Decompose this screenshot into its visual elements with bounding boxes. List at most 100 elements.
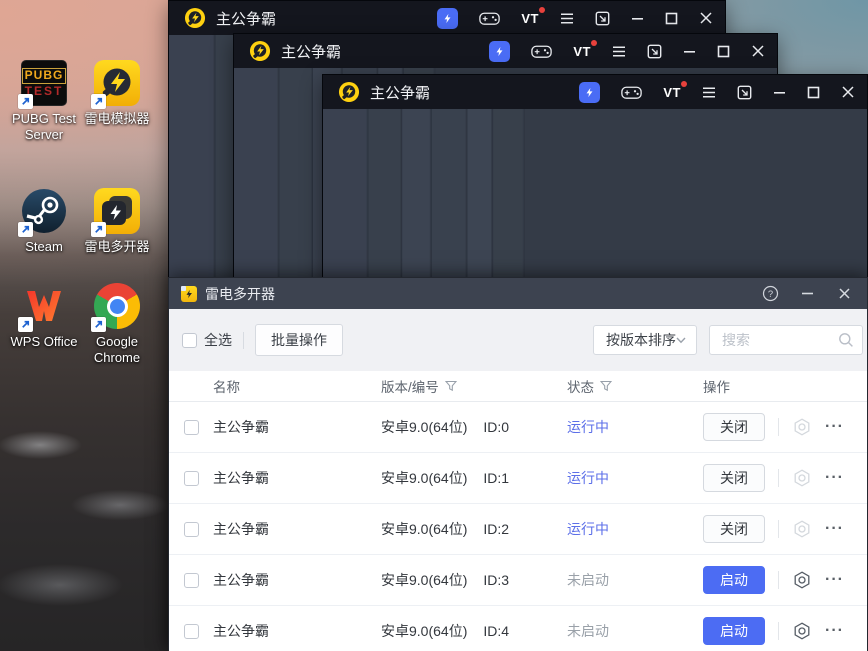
boost-badge-icon[interactable]: [437, 7, 459, 29]
select-all-label: 全选: [204, 332, 232, 348]
multi-instance-manager-window: 雷电多开器 ? 全选 批量操作 按版本排序 搜索 名称 版本/编号 状态 操作 …: [168, 277, 868, 651]
row-checkbox[interactable]: [184, 623, 199, 639]
boost-badge-icon[interactable]: [579, 81, 601, 103]
help-icon[interactable]: ?: [761, 285, 779, 303]
row-checkbox[interactable]: [184, 572, 199, 588]
table-row: 主公争霸 安卓9.0(64位) ID:0 运行中 关闭 ···: [169, 402, 867, 453]
more-options-icon[interactable]: ···: [825, 521, 844, 537]
minimize-icon[interactable]: [773, 86, 786, 99]
manager-minimize-button[interactable]: [798, 285, 816, 303]
table-header: 名称 版本/编号 状态 操作: [169, 371, 867, 402]
instance-id: ID:1: [483, 470, 510, 486]
header-name: 名称: [213, 380, 240, 395]
ops-divider: [778, 520, 779, 538]
table-row: 主公争霸 安卓9.0(64位) ID:1 运行中 关闭 ···: [169, 453, 867, 504]
shortcut-arrow-icon: [91, 222, 106, 237]
instance-id: ID:0: [483, 419, 510, 435]
ops-divider: [778, 571, 779, 589]
table-row: 主公争霸 安卓9.0(64位) ID:3 未启动 启动 ···: [169, 555, 867, 606]
menu-icon[interactable]: [702, 86, 716, 98]
ops-divider: [778, 622, 779, 640]
close-icon[interactable]: [699, 11, 713, 25]
vt-indicator[interactable]: VT: [663, 80, 687, 100]
instance-status: 未启动: [567, 572, 609, 588]
settings-gear-icon[interactable]: [792, 621, 812, 641]
emulator-window-title: 主公争霸: [216, 10, 277, 28]
select-all-checkbox[interactable]: [182, 332, 197, 348]
emulator-titlebar[interactable]: 主公争霸 VT: [169, 1, 725, 35]
instance-version: 安卓9.0(64位): [381, 470, 468, 486]
small-window-icon[interactable]: [647, 44, 662, 59]
shortcut-arrow-icon: [18, 317, 33, 332]
desktop-icon-ldplayer[interactable]: 雷电模拟器: [74, 60, 160, 127]
gamepad-icon[interactable]: [479, 11, 501, 26]
instance-id: ID:4: [483, 623, 510, 639]
menu-icon[interactable]: [612, 45, 626, 57]
instance-status: 运行中: [567, 419, 609, 435]
ldplayer-logo-icon: [249, 40, 271, 62]
menu-icon[interactable]: [560, 12, 574, 24]
sort-dropdown[interactable]: 按版本排序: [593, 325, 697, 355]
close-icon[interactable]: [841, 85, 855, 99]
more-options-icon[interactable]: ···: [825, 572, 844, 588]
settings-gear-icon[interactable]: [792, 417, 812, 437]
sort-dropdown-value: 按版本排序: [606, 332, 676, 348]
instance-version: 安卓9.0(64位): [381, 623, 468, 639]
manager-app-icon: [181, 285, 197, 302]
ldplayer-logo-icon: [184, 7, 206, 29]
desktop-icon-ldmultiplayer[interactable]: 雷电多开器: [74, 188, 160, 255]
row-checkbox[interactable]: [184, 470, 199, 486]
notification-dot: [591, 39, 597, 46]
instance-action-button[interactable]: 启动: [703, 566, 765, 594]
instance-action-button[interactable]: 启动: [703, 617, 765, 645]
desktop-icon-label: WPS Office: [10, 334, 78, 349]
instance-action-button[interactable]: 关闭: [703, 464, 765, 492]
batch-operation-button[interactable]: 批量操作: [255, 324, 343, 356]
instance-name: 主公争霸: [213, 521, 269, 537]
shortcut-arrow-icon: [91, 317, 106, 332]
filter-funnel-icon[interactable]: [444, 380, 457, 392]
notification-dot: [681, 80, 687, 87]
maximize-icon[interactable]: [665, 12, 678, 25]
settings-gear-icon[interactable]: [792, 468, 812, 488]
small-window-icon[interactable]: [595, 11, 610, 26]
more-options-icon[interactable]: ···: [825, 419, 844, 435]
gamepad-icon[interactable]: [531, 44, 553, 59]
instance-action-button[interactable]: 关闭: [703, 413, 765, 441]
boost-badge-icon[interactable]: [489, 40, 511, 62]
row-checkbox[interactable]: [184, 521, 199, 537]
manager-titlebar[interactable]: 雷电多开器 ?: [169, 278, 867, 309]
vt-indicator[interactable]: VT: [521, 6, 545, 26]
ops-divider: [778, 469, 779, 487]
manager-close-button[interactable]: [835, 285, 853, 303]
header-version: 版本/编号: [381, 380, 439, 395]
emulator-window-title: 主公争霸: [281, 43, 342, 61]
settings-gear-icon[interactable]: [792, 570, 812, 590]
manager-window-title: 雷电多开器: [205, 285, 275, 302]
desktop-screen: PUBG TEST PUBG Test Server 雷电模拟器 Steam 雷…: [0, 0, 868, 651]
instance-name: 主公争霸: [213, 419, 269, 435]
small-window-icon[interactable]: [737, 85, 752, 100]
maximize-icon[interactable]: [717, 45, 730, 58]
instance-action-button[interactable]: 关闭: [703, 515, 765, 543]
close-icon[interactable]: [751, 44, 765, 58]
more-options-icon[interactable]: ···: [825, 470, 844, 486]
gamepad-icon[interactable]: [621, 85, 643, 100]
toolbar-divider: [243, 331, 244, 349]
minimize-icon[interactable]: [631, 12, 644, 25]
maximize-icon[interactable]: [807, 86, 820, 99]
more-options-icon[interactable]: ···: [825, 623, 844, 639]
instance-name: 主公争霸: [213, 623, 269, 639]
table-row: 主公争霸 安卓9.0(64位) ID:2 运行中 关闭 ···: [169, 504, 867, 555]
instance-name: 主公争霸: [213, 470, 269, 486]
emulator-titlebar[interactable]: 主公争霸 VT: [234, 34, 777, 68]
instance-status: 未启动: [567, 623, 609, 639]
vt-indicator[interactable]: VT: [573, 39, 597, 59]
instance-table: 主公争霸 安卓9.0(64位) ID:0 运行中 关闭 ··· 主公争霸 安卓9…: [169, 402, 867, 651]
settings-gear-icon[interactable]: [792, 519, 812, 539]
emulator-titlebar[interactable]: 主公争霸 VT: [323, 75, 867, 109]
filter-funnel-icon[interactable]: [600, 380, 612, 392]
row-checkbox[interactable]: [184, 419, 199, 435]
desktop-icon-chrome[interactable]: Google Chrome: [74, 283, 160, 367]
minimize-icon[interactable]: [683, 45, 696, 58]
